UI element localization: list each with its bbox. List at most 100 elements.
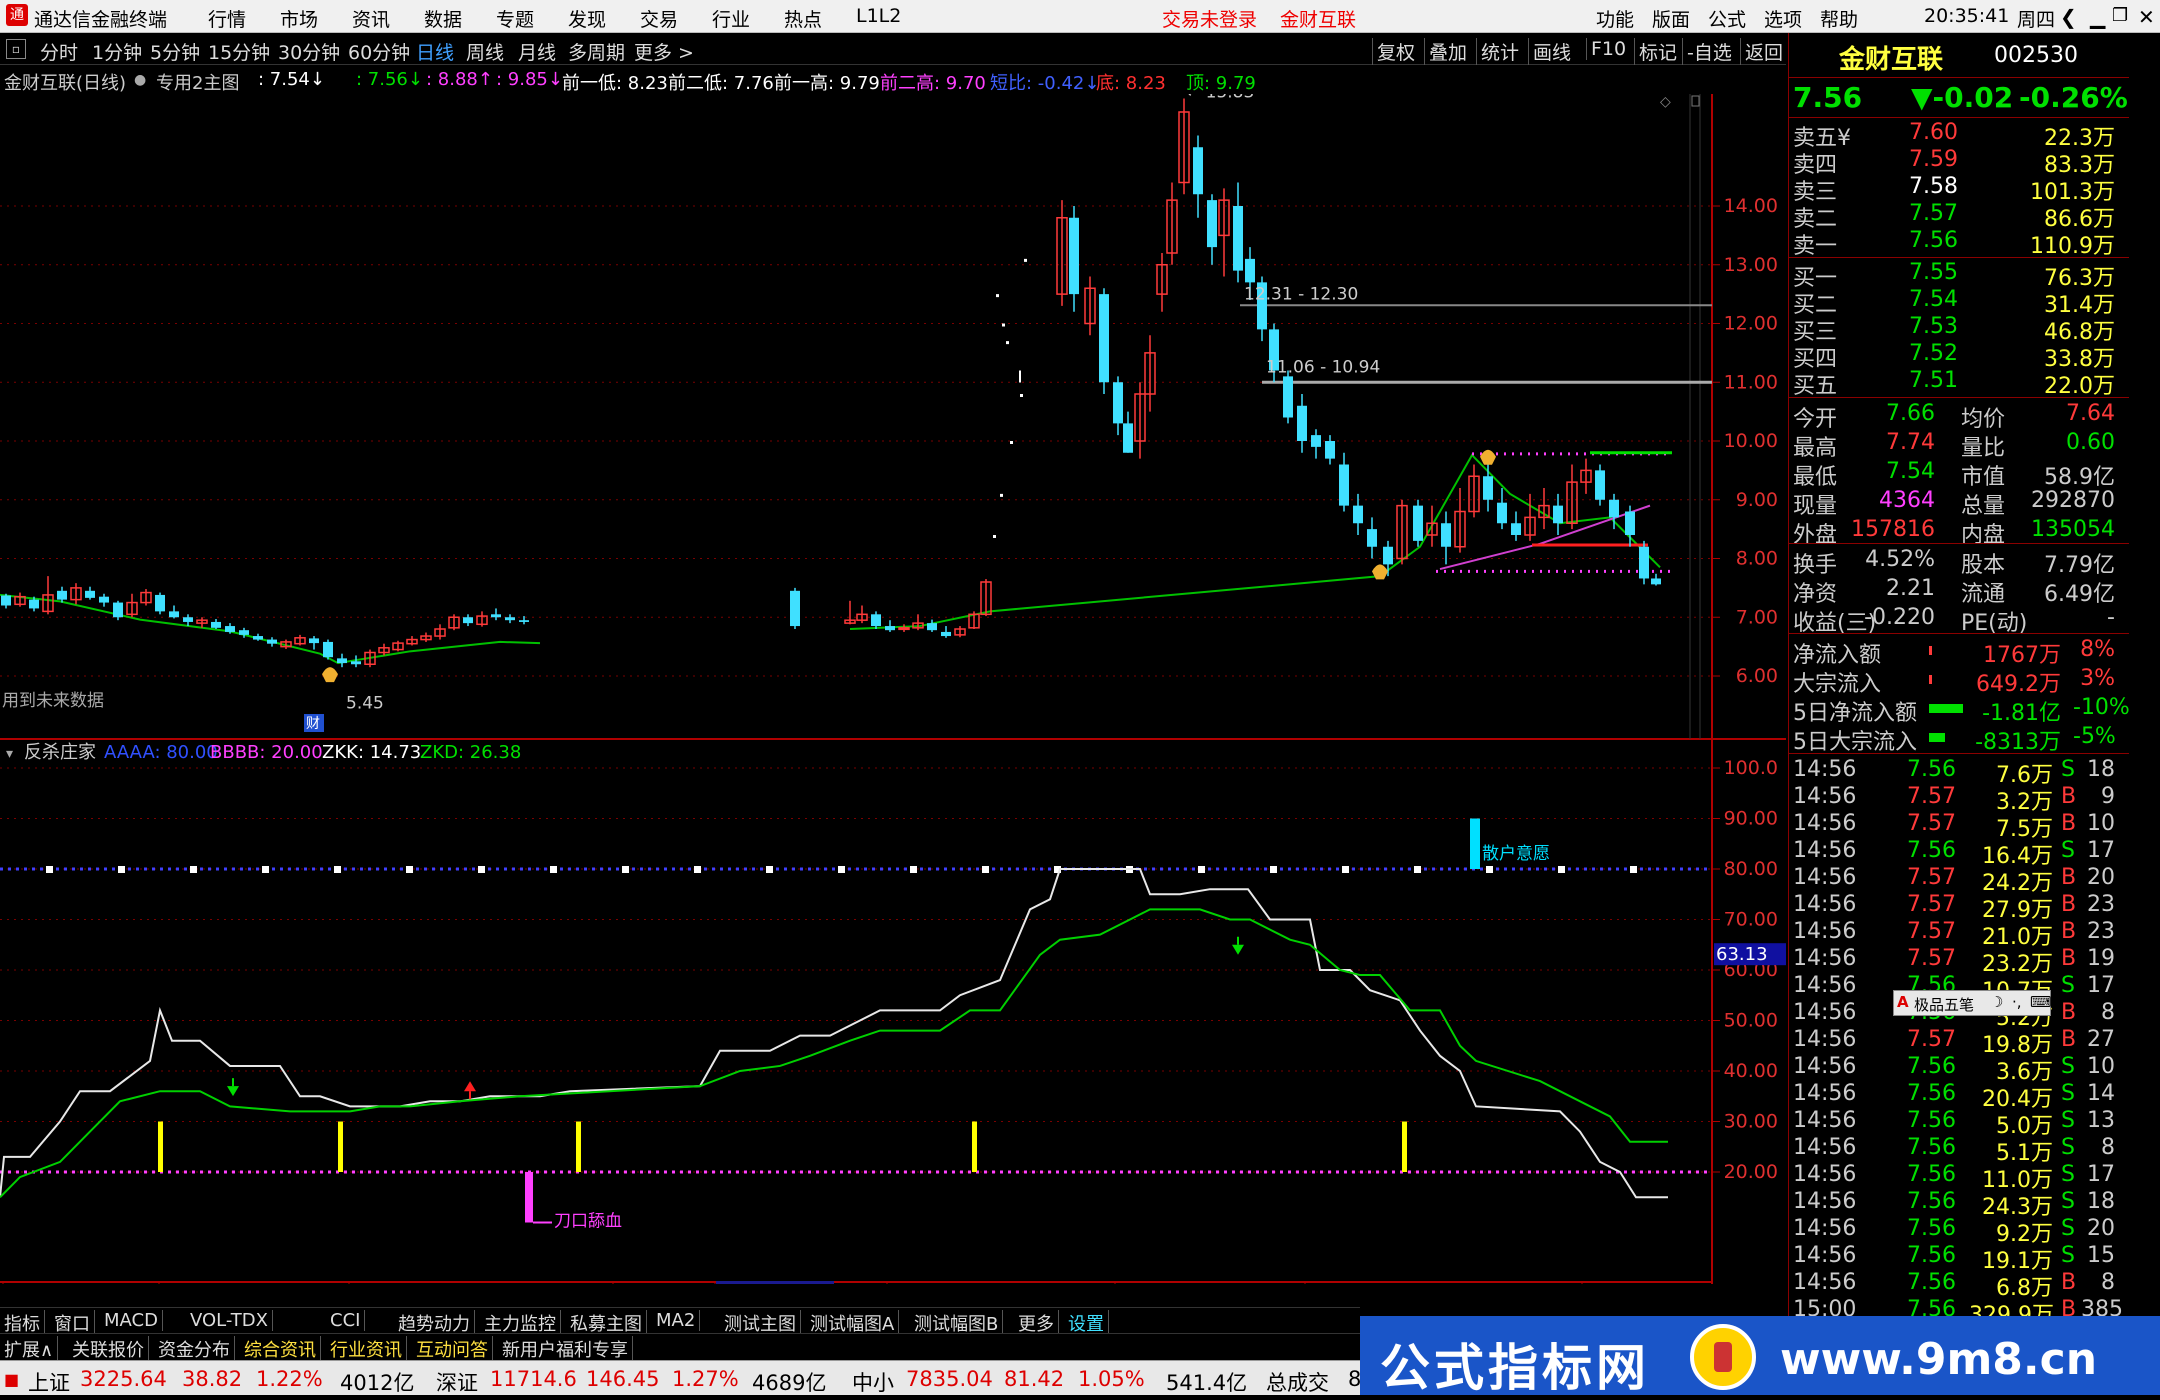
indicator-tab[interactable]: VOL-TDX — [190, 1310, 273, 1331]
main-indicator-name[interactable]: 专用2主图 — [156, 69, 239, 95]
menu-right-item[interactable]: 选项 — [1764, 5, 1802, 32]
stat-label: 现量 — [1793, 494, 1838, 519]
aaaa-marker — [46, 866, 53, 873]
menu-item[interactable]: 热点 — [784, 5, 822, 32]
period-tab[interactable]: 30分钟 — [278, 38, 340, 65]
extension-tab[interactable]: 新用户福利专享 — [502, 1336, 633, 1362]
flow-bar — [1929, 704, 1963, 713]
candle-body — [463, 617, 473, 624]
stat-value: 135054 — [2031, 517, 2115, 542]
period-tab[interactable]: 月线 — [518, 38, 556, 65]
y-tick-label: 100.0 — [1724, 757, 1778, 779]
settings-icon[interactable]: ● — [134, 72, 146, 88]
aaaa-marker — [1270, 866, 1277, 873]
toolbar-button[interactable]: 统计 — [1476, 38, 1519, 65]
indicator-tab[interactable]: MA2 — [656, 1310, 701, 1331]
menu-item[interactable]: 行业 — [712, 5, 750, 32]
period-tab[interactable]: 周线 — [466, 38, 504, 65]
y-tick-label: 50.00 — [1724, 1010, 1778, 1032]
tick-side: S — [2061, 1216, 2075, 1241]
menu-item[interactable]: L1L2 — [856, 5, 901, 27]
stat-value: 58.9亿 — [2044, 465, 2115, 490]
minimize-icon[interactable]: ▁ — [2090, 5, 2105, 29]
period-tab[interactable]: 更多 > — [634, 38, 694, 65]
period-tab[interactable]: 15分钟 — [208, 38, 270, 65]
back-icon[interactable]: ❮ — [2060, 5, 2077, 29]
period-tab[interactable]: 1分钟 — [92, 38, 142, 65]
stat-value: 7.64 — [2066, 401, 2115, 426]
indicator-tab[interactable]: CCI — [330, 1310, 366, 1331]
close-icon[interactable]: ✕ — [2138, 5, 2155, 29]
toolbar-button[interactable]: F10 — [1586, 38, 1626, 60]
menu-right-item[interactable]: 公式 — [1708, 5, 1746, 32]
toolbar-button[interactable]: 标记 — [1634, 38, 1677, 65]
login-status[interactable]: 交易未登录 — [1162, 5, 1257, 32]
ad-banner[interactable]: 公式指标网 www.9m8.cn — [1360, 1316, 2160, 1397]
ime-popup[interactable]: A 极品五笔 ☽ ·, ⌨ — [1893, 990, 2052, 1016]
indicator-tab[interactable]: MACD — [104, 1310, 163, 1331]
menu-right-item[interactable]: 版面 — [1652, 5, 1690, 32]
tick-row: 14:56 7.56 7.6万 S 18 — [1789, 757, 2119, 788]
extension-tab[interactable]: 综合资讯 — [244, 1336, 321, 1362]
bid-row: 买四 7.52 33.8万 — [1789, 341, 2119, 372]
bid-row: 买二 7.54 31.4万 — [1789, 287, 2119, 318]
sh-value: 3225.64 — [80, 1367, 167, 1391]
indicator-tabs: 指标 窗口 MACD VOL-TDX CCI 趋势动力 主力监控 私募主图 MA2 测试主图 测试幅… — [0, 1307, 1360, 1336]
candle-body — [505, 617, 515, 621]
tick-time: 14:56 — [1793, 1135, 1857, 1160]
stat-value: 7.74 — [1886, 430, 1935, 455]
toolbar-button[interactable]: -自选 — [1682, 38, 1732, 65]
tick-side: S — [2061, 1189, 2075, 1214]
tick-count: 18 — [2087, 757, 2115, 782]
toolbar-button[interactable]: 画线 — [1528, 38, 1571, 65]
stock-tab[interactable]: 金财互联 — [1280, 5, 1356, 32]
tick-count: 8 — [2101, 1000, 2115, 1025]
tick-row: 14:56 7.57 27.9万 B 23 — [1789, 892, 2119, 923]
restore-icon[interactable]: ❐ — [2112, 5, 2128, 26]
sh-label[interactable]: 上证 — [28, 1367, 70, 1397]
toolbar-button[interactable]: 叠加 — [1424, 38, 1467, 65]
period-tab[interactable]: 日线 — [416, 38, 454, 65]
kline-chart[interactable]: ← 15.83 12.31 - 12.30 11.06 - 10.94 5.45 用到未… — [0, 94, 1786, 1284]
sz-label[interactable]: 深证 — [436, 1367, 478, 1397]
menu-item[interactable]: 行情 — [208, 5, 246, 32]
period-tab[interactable]: 多周期 — [568, 38, 625, 65]
period-tab[interactable]: 分时 — [40, 38, 78, 65]
signal-bar — [338, 1121, 343, 1172]
ask-label: 卖一 — [1793, 234, 1838, 259]
candle-body — [1207, 200, 1217, 248]
candle-body — [155, 594, 165, 612]
zx-label[interactable]: 中小 — [852, 1367, 894, 1397]
menu-item[interactable]: 数据 — [424, 5, 462, 32]
stat-row: 外盘 157816 内盘 135054 — [1789, 517, 2119, 548]
separator — [1789, 633, 2129, 634]
period-tab[interactable]: 5分钟 — [150, 38, 200, 65]
toolbar-button[interactable]: 返回 — [1740, 38, 1783, 65]
menu-item[interactable]: 资讯 — [352, 5, 390, 32]
menu-right-item[interactable]: 帮助 — [1820, 5, 1858, 32]
period-tab[interactable]: 60分钟 — [348, 38, 410, 65]
extension-tab[interactable]: 行业资讯 — [330, 1336, 407, 1362]
bid-price: 7.53 — [1909, 314, 1958, 339]
tick-row: 14:56 7.56 16.4万 S 17 — [1789, 838, 2119, 869]
menu-right-item[interactable]: 功能 — [1596, 5, 1634, 32]
candle-body — [1325, 441, 1335, 459]
extension-tab[interactable]: 扩展∧ — [4, 1336, 59, 1362]
tick-side: S — [2061, 1135, 2075, 1160]
total-label: 总成交 — [1266, 1371, 1329, 1395]
candle-tick — [1020, 394, 1023, 397]
menu-item[interactable]: 发现 — [568, 5, 606, 32]
extension-tab[interactable]: 互动问答 — [416, 1336, 493, 1362]
box-icon: ■ — [4, 1370, 20, 1389]
menu-item[interactable]: 交易 — [640, 5, 678, 32]
toolbar-button[interactable]: 复权 — [1372, 38, 1415, 65]
candle-body — [1193, 147, 1203, 195]
sh-change: 38.82 — [182, 1367, 243, 1391]
menu-item[interactable]: 专题 — [496, 5, 534, 32]
candle-body — [183, 617, 193, 622]
menu-item[interactable]: 市场 — [280, 5, 318, 32]
extension-tab[interactable]: 资金分布 — [158, 1336, 235, 1362]
collapse-icon[interactable]: ▫ — [6, 39, 26, 59]
sub-indicator-name: 反杀庄家 — [24, 742, 96, 763]
extension-tab[interactable]: 关联报价 — [72, 1336, 149, 1362]
